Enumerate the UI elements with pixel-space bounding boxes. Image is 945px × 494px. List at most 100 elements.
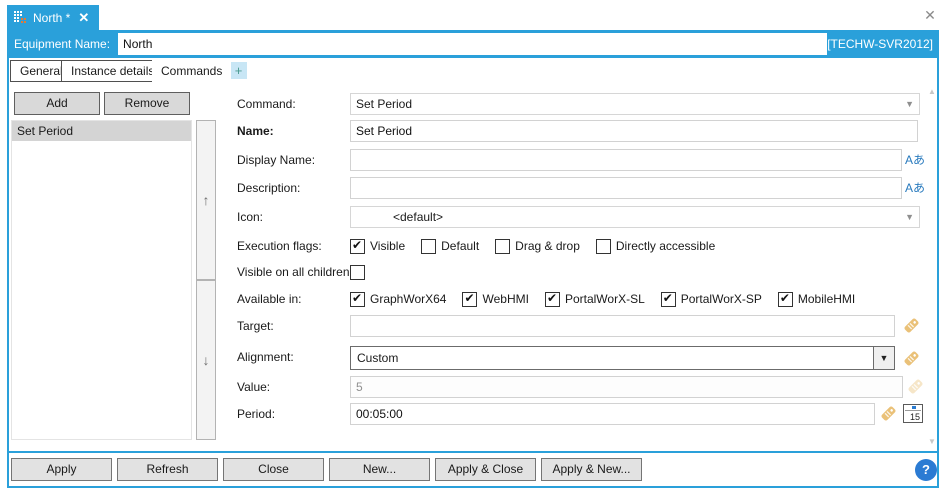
checkbox-label: PortalWorX-SP (680, 292, 762, 306)
down-arrow-icon: ↓ (202, 352, 210, 368)
checkbox-visible[interactable] (350, 238, 365, 254)
checkbox-mobilehmi[interactable] (777, 291, 793, 307)
available-in-group: GraphWorX64 WebHMI PortalWorX-SL PortalW… (350, 288, 855, 310)
document-tab-north[interactable]: North * ✕ (7, 5, 100, 30)
value-input (350, 376, 903, 398)
new-button[interactable]: New... (329, 458, 430, 481)
close-button[interactable]: Close (223, 458, 324, 481)
target-label: Target: (237, 319, 274, 333)
display-name-label: Display Name: (237, 153, 316, 167)
available-webhmi[interactable]: WebHMI (462, 291, 529, 307)
localization-icon[interactable]: Aあ (905, 180, 925, 196)
chevron-down-icon: ▼ (905, 212, 914, 222)
tag-icon[interactable] (880, 405, 897, 422)
description-label: Description: (237, 181, 301, 195)
move-up-button[interactable]: ↑ (196, 120, 216, 280)
icon-combobox[interactable]: <default> ▼ (350, 206, 920, 228)
checkbox-directly-accessible[interactable] (595, 238, 611, 254)
icon-label: Icon: (237, 210, 264, 224)
chevron-down-icon: ▼ (905, 99, 914, 109)
refresh-button[interactable]: Refresh (117, 458, 218, 481)
apply-close-button[interactable]: Apply & Close (435, 458, 536, 481)
checkbox-label: Drag & drop (515, 239, 580, 253)
alignment-label: Alignment: (237, 350, 294, 364)
alignment-dropdown-button[interactable]: ▼ (873, 347, 894, 369)
description-input[interactable] (350, 177, 902, 199)
equipment-icon (14, 11, 26, 23)
visible-all-children-label: Visible on all children: (237, 265, 353, 279)
value-label: Value: (237, 380, 271, 394)
calendar-day: 15 (909, 412, 920, 422)
checkbox-label: PortalWorX-SL (564, 292, 645, 306)
apply-new-button[interactable]: Apply & New... (541, 458, 642, 481)
server-badge: [TECHW-SVR2012] (827, 37, 933, 51)
footer-separator (7, 451, 939, 453)
list-item-set-period[interactable]: Set Period (12, 121, 191, 141)
checkbox-label: Visible (370, 239, 406, 253)
flag-directly-accessible[interactable]: Directly accessible (595, 238, 716, 254)
scroll-up-icon[interactable]: ▲ (926, 87, 938, 97)
chevron-down-icon: ▼ (879, 353, 889, 363)
checkbox-visible-all-children[interactable] (350, 264, 365, 280)
up-arrow-icon: ↑ (202, 192, 210, 208)
flag-visible[interactable]: Visible (350, 238, 406, 254)
checkbox-portalworx-sl[interactable] (544, 291, 560, 307)
name-label: Name: (237, 124, 274, 138)
tag-icon[interactable] (903, 317, 920, 334)
equipment-name-label: Equipment Name: (14, 37, 111, 51)
flag-drag-drop[interactable]: Drag & drop (495, 238, 580, 254)
checkbox-label: Default (441, 239, 480, 253)
execution-flags-group: Visible Default Drag & drop Directly acc… (350, 235, 715, 257)
alignment-combobox[interactable]: Custom ▼ (350, 346, 895, 370)
checkbox-drag-drop[interactable] (495, 238, 511, 254)
period-input[interactable] (350, 403, 875, 425)
flag-default[interactable]: Default (421, 238, 480, 254)
checkbox-default[interactable] (421, 238, 437, 254)
display-name-input[interactable] (350, 149, 902, 171)
equipment-name-input[interactable] (118, 33, 828, 55)
equipment-editor-window: North * ✕ ✕ Equipment Name: [TECHW-SVR20… (0, 0, 945, 494)
icon-value: <default> (393, 210, 444, 224)
execution-flags-label: Execution flags: (237, 239, 322, 253)
name-input[interactable] (350, 120, 918, 142)
command-combobox[interactable]: Set Period ▼ (350, 93, 920, 115)
remove-button[interactable]: Remove (104, 92, 190, 115)
available-mobilehmi[interactable]: MobileHMI (777, 291, 856, 307)
available-portalworx-sp[interactable]: PortalWorX-SP (660, 291, 762, 307)
calendar-bar (905, 410, 921, 411)
command-list: Set Period (11, 120, 192, 440)
document-tab-title: North * (33, 10, 71, 25)
tab-instance-details[interactable]: Instance details (61, 60, 165, 82)
apply-button[interactable]: Apply (11, 458, 112, 481)
add-button[interactable]: Add (14, 92, 100, 115)
target-input[interactable] (350, 315, 895, 337)
localization-icon[interactable]: Aあ (905, 152, 925, 168)
command-label: Command: (237, 97, 296, 111)
move-down-button[interactable]: ↓ (196, 280, 216, 440)
tag-icon-disabled (908, 379, 923, 394)
document-tab-close-icon[interactable]: ✕ (78, 10, 89, 26)
checkbox-label: GraphWorX64 (370, 292, 447, 306)
tag-icon[interactable] (903, 350, 920, 367)
calendar-icon[interactable]: 15 (903, 404, 923, 423)
calendar-dot (912, 406, 916, 409)
checkbox-label: MobileHMI (797, 292, 856, 306)
scroll-down-icon[interactable]: ▼ (926, 437, 938, 447)
help-button[interactable]: ? (915, 459, 937, 481)
checkbox-webhmi[interactable] (462, 291, 478, 307)
visible-all-children-group (350, 261, 365, 283)
available-in-label: Available in: (237, 292, 302, 306)
tab-commands[interactable]: Commands (152, 58, 232, 84)
alignment-value: Custom (357, 351, 399, 365)
tab-add-button[interactable]: + (229, 61, 248, 80)
equipment-name-bar: Equipment Name: [TECHW-SVR2012] (7, 30, 939, 58)
checkbox-label: Directly accessible (615, 239, 716, 253)
checkbox-graphworx64[interactable] (350, 291, 365, 307)
window-close-icon[interactable]: ✕ (921, 6, 939, 24)
available-graphworx64[interactable]: GraphWorX64 (350, 291, 447, 307)
command-value: Set Period (356, 97, 413, 111)
checkbox-portalworx-sp[interactable] (660, 291, 676, 307)
period-label: Period: (237, 407, 276, 421)
checkbox-label: WebHMI (482, 292, 529, 306)
available-portalworx-sl[interactable]: PortalWorX-SL (544, 291, 645, 307)
